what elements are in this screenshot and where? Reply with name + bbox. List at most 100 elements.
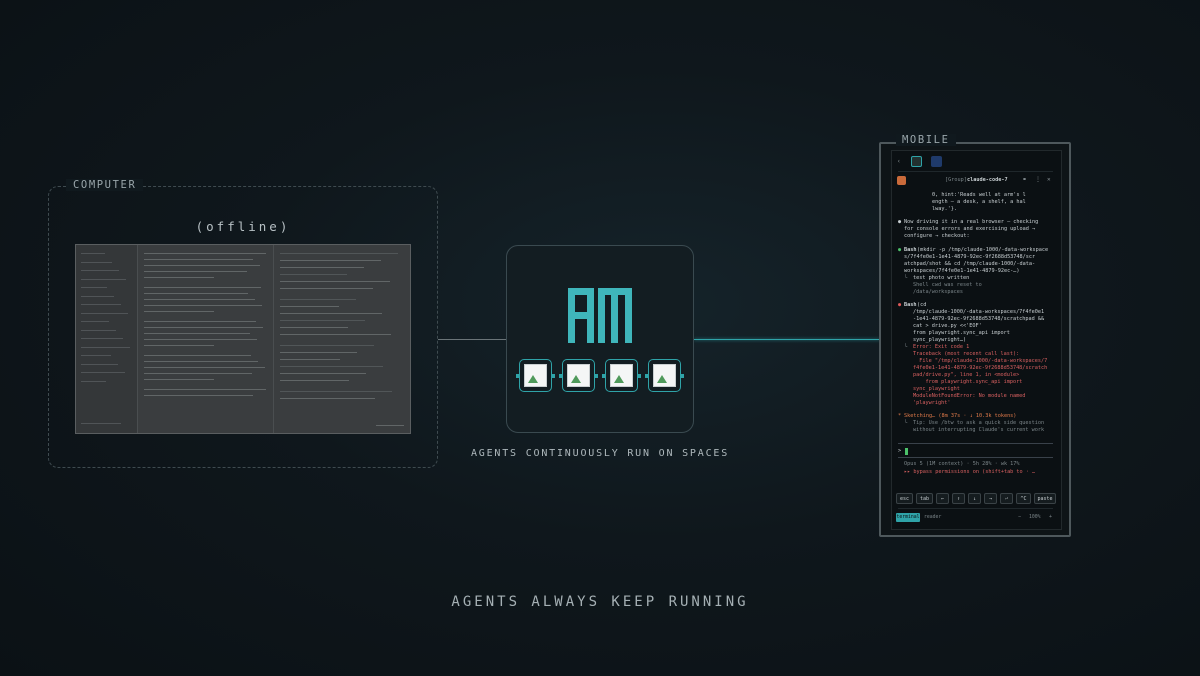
desktop-text-line [144, 389, 266, 390]
back-chevron-icon[interactable]: ‹ [897, 158, 901, 166]
spinner-icon: * [898, 413, 902, 419]
tree-branch-icon: └ [904, 344, 908, 350]
key-left[interactable]: ← [936, 493, 949, 504]
agent-image-icon [567, 364, 590, 387]
agent-slot [645, 359, 684, 392]
desktop-text-line [144, 361, 258, 362]
key-down[interactable]: ↓ [968, 493, 981, 504]
key-ctrl-c[interactable]: ^C [1016, 493, 1031, 504]
desktop-text-line [144, 253, 266, 254]
tab-reader[interactable]: reader [924, 513, 941, 522]
desktop-text-line [81, 287, 107, 288]
message-bullet-icon: ● [898, 219, 902, 225]
desktop-text-line [280, 313, 382, 314]
desktop-text-line [81, 295, 114, 297]
desktop-text-line [280, 366, 383, 367]
desktop-text-line [144, 355, 251, 356]
key-paste[interactable]: paste [1034, 493, 1056, 504]
desktop-text-line [280, 373, 366, 374]
agent-slot [559, 359, 598, 392]
error-line: 'playwright' [913, 400, 951, 406]
tab-terminal[interactable]: terminal [896, 513, 920, 522]
desktop-text-line [81, 346, 130, 348]
offline-status: (offline) [195, 219, 291, 234]
desktop-text-line [144, 345, 214, 346]
message-line: configure → checkout: [904, 233, 970, 239]
desktop-text-line [376, 425, 404, 426]
more-icon[interactable]: ⋮ [1035, 176, 1041, 184]
desktop-text-line [144, 339, 257, 340]
desktop-text-line [144, 395, 253, 396]
desktop-text-line [144, 259, 253, 260]
desktop-text-line [81, 261, 112, 263]
prompt-cursor[interactable] [905, 448, 908, 455]
desktop-text-line [144, 321, 256, 322]
desktop-text-line [280, 398, 375, 399]
agent-image-icon [610, 364, 633, 387]
desktop-text-line [81, 380, 106, 382]
bash-output-line: /data/workspaces [913, 289, 963, 295]
desktop-text-line [144, 271, 247, 272]
desktop-text-line [81, 253, 105, 254]
desktop-text-line [280, 274, 347, 275]
desktop-text-line [81, 372, 125, 373]
key-enter[interactable]: ⏎ [1000, 493, 1013, 504]
mobile-connector [694, 339, 880, 340]
link-icon[interactable]: ⚭ [1022, 176, 1027, 184]
agent-image-icon [653, 364, 676, 387]
desktop-text-line [280, 267, 364, 268]
zoom-level: 100% [1029, 515, 1041, 520]
desktop-text-line [280, 306, 339, 307]
desktop-text-line [144, 373, 252, 374]
desktop-text-line [144, 287, 261, 288]
desktop-text-line [81, 329, 116, 331]
desktop-text-line [81, 338, 123, 339]
zoom-in-button[interactable]: + [1049, 513, 1052, 522]
footer-title: AGENTS ALWAYS KEEP RUNNING [451, 594, 749, 610]
desktop-text-line [144, 265, 260, 266]
desktop-text-line [144, 379, 214, 380]
tree-branch-icon: └ [904, 275, 908, 281]
permissions-line: ▸▸ bypass permissions on (shift+tab to ·… [904, 469, 1036, 475]
desktop-text-line [280, 352, 357, 353]
desktop-text-line [81, 363, 118, 365]
success-bullet-icon: ● [898, 247, 902, 253]
tree-branch-icon: └ [904, 420, 908, 426]
desktop-text-line [280, 327, 348, 328]
tip-line: without interrupting Claude's current wo… [913, 427, 1045, 433]
prompt-symbol: > [898, 448, 902, 454]
agent-slot [516, 359, 555, 392]
zoom-out-button[interactable]: − [1018, 513, 1021, 522]
desktop-text-line [81, 423, 121, 424]
desktop-text-line [280, 391, 392, 392]
desktop-text-line [280, 299, 356, 300]
desktop-text-line [280, 380, 349, 381]
key-up[interactable]: ↑ [952, 493, 965, 504]
desktop-screenshot [75, 244, 411, 434]
key-esc[interactable]: esc [896, 493, 913, 504]
desktop-text-line [280, 288, 373, 289]
hub-caption: AGENTS CONTINUOUSLY RUN ON SPACES [470, 448, 730, 459]
tool-output-line: lway.'}. [932, 206, 957, 212]
desktop-text-line [81, 312, 128, 314]
desktop-text-line [144, 333, 250, 334]
desktop-text-line [280, 334, 391, 335]
key-tab[interactable]: tab [916, 493, 933, 504]
desktop-text-line [144, 305, 262, 306]
desktop-text-line [280, 253, 398, 254]
group-tag: [Group] [945, 177, 967, 183]
phone-screen: ‹ [Group] claude-code-7 ⚭ ⋮ ✕ 0, hint:'R… [891, 150, 1062, 530]
desktop-text-line [280, 281, 390, 282]
agent-slot [602, 359, 641, 392]
session-name: claude-code-7 [967, 177, 1008, 183]
session-tab-active[interactable] [911, 156, 922, 167]
error-bullet-icon: ● [898, 302, 902, 308]
close-icon[interactable]: ✕ [1047, 176, 1051, 184]
desktop-text-line [144, 311, 214, 312]
agent-image-icon [524, 364, 547, 387]
desktop-text-line [81, 270, 119, 271]
session-tab[interactable] [931, 156, 942, 167]
desktop-text-line [144, 367, 265, 368]
key-right[interactable]: → [984, 493, 997, 504]
desktop-text-line [144, 299, 255, 300]
